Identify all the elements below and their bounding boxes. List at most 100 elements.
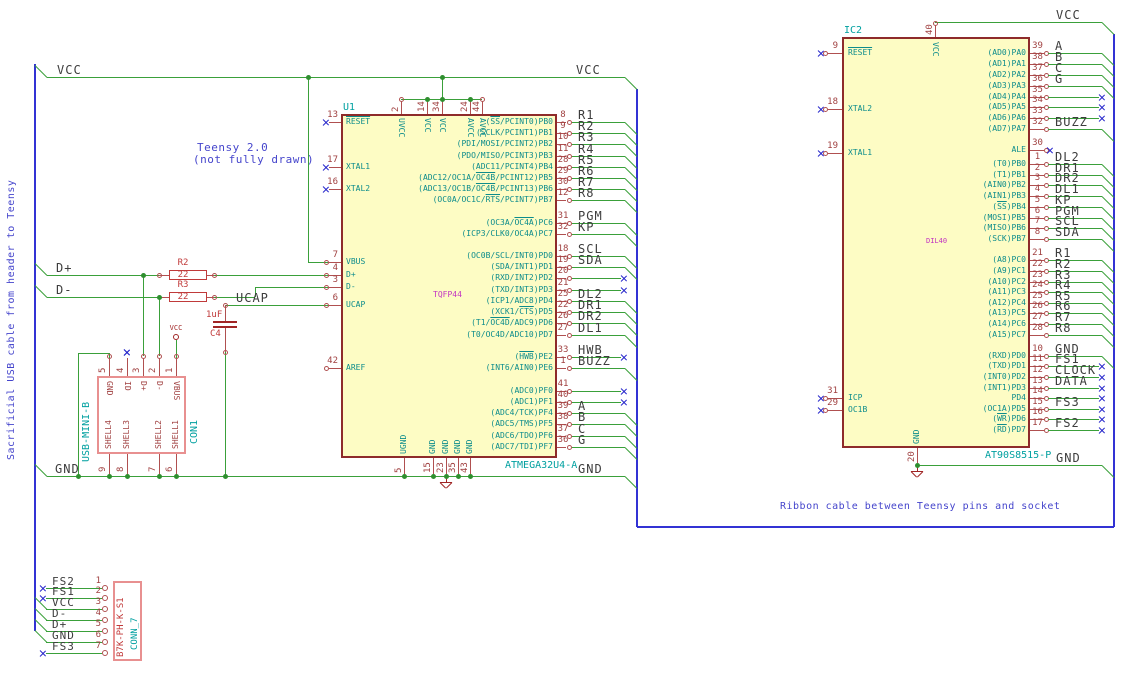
pin-name: (OC3A/OC4A)PC6	[485, 218, 553, 227]
net-label-vcc: VCC	[57, 63, 82, 77]
pin-name: RESET	[848, 48, 873, 57]
pin-name: VCC	[438, 118, 447, 133]
bus-entry	[624, 76, 638, 90]
pin-number: 24	[460, 101, 470, 112]
pin-name: SHELL4	[104, 420, 113, 449]
pin-end-circle	[222, 349, 228, 355]
junction-dot	[156, 473, 162, 479]
pin-number: 5	[95, 619, 101, 629]
pin-number: 2	[148, 367, 158, 373]
pin-name: (MISO)PB6	[982, 223, 1026, 232]
ground-icon	[445, 481, 453, 489]
pin-name: (OC1A)PD5	[982, 404, 1026, 413]
pin-name: ICP	[848, 393, 863, 402]
pin-number: 41	[557, 379, 569, 389]
pin-number: 9	[98, 466, 108, 472]
c4-value: 1uF	[206, 310, 223, 320]
pin-number: 39	[557, 401, 569, 411]
pin-number: 20	[907, 451, 917, 462]
note-sacrificial-usb-cable: Sacrificial USB cable from header to Tee…	[6, 179, 17, 460]
pin-number: 1	[560, 356, 566, 366]
pin-name: (A11)PC3	[987, 287, 1026, 296]
pin-number: 12	[1032, 365, 1043, 375]
net-label-r8: R8	[578, 186, 595, 200]
pin-number: 25	[557, 289, 569, 299]
pin-number: 7	[95, 641, 101, 651]
pin-number: 1	[95, 576, 101, 586]
pin	[108, 358, 110, 376]
wire	[441, 77, 443, 99]
bus-entry	[34, 463, 48, 477]
pin-end-circle	[566, 231, 572, 237]
note-teensy-title: Teensy 2.0	[197, 141, 269, 154]
pin-name: XTAL1	[848, 148, 873, 157]
pin-name: D-	[346, 282, 356, 291]
pin-name: D+	[139, 381, 148, 391]
wire	[572, 367, 625, 369]
pin-name: OC1B	[848, 405, 868, 414]
pin-number: 37	[1032, 63, 1043, 73]
pin-number: 8	[1034, 227, 1041, 237]
pin-number: 7	[1034, 216, 1041, 226]
pin-number: 23	[1032, 270, 1043, 280]
bus-entry	[34, 64, 48, 78]
junction-dot	[140, 272, 146, 278]
pin-name: (ADC4/TCK)PF4	[490, 408, 553, 417]
pin-end-circle	[323, 284, 329, 290]
ic2-refdes: IC2	[844, 25, 863, 36]
pin-name: (ICP3/CLK0/OC4A)PC7	[461, 229, 553, 238]
wire	[1048, 106, 1099, 108]
wire	[1048, 408, 1099, 410]
pin-number: 21	[557, 278, 569, 288]
pin	[1030, 149, 1044, 151]
pin-number: 14	[417, 101, 427, 112]
pin-name: GND	[465, 439, 474, 454]
con1-refdes: CON1	[189, 419, 200, 444]
pin-name: ALE	[1011, 145, 1026, 154]
pin-end-circle	[140, 353, 146, 359]
pin-number: 6	[332, 293, 338, 303]
wire	[1048, 85, 1102, 87]
pin	[828, 409, 842, 411]
pin-number: 4	[332, 263, 338, 273]
junction-dot	[106, 473, 112, 479]
r3-refdes: R3	[177, 280, 189, 290]
pin-name: XTAL1	[346, 162, 371, 171]
pin-name: GND	[453, 439, 462, 454]
wire	[1048, 128, 1102, 130]
pin-name: (AD1)PA1	[987, 59, 1026, 68]
pin-end-circle	[102, 650, 108, 656]
bus-line	[1113, 34, 1115, 527]
bus-line	[34, 64, 36, 631]
pin-number: 34	[1032, 95, 1043, 105]
pin-number: 14	[1032, 386, 1043, 396]
pin-end-circle	[106, 353, 112, 359]
conn7-refdes: CONN_7	[130, 617, 140, 650]
pin-number: 40	[557, 390, 569, 400]
pin-name: (T0)PB0	[992, 159, 1026, 168]
pin-number: 2	[1034, 163, 1041, 173]
pin-number: 22	[1032, 259, 1043, 269]
pin-name: (ICP1/ADC8)PD4	[485, 296, 553, 305]
wire	[214, 274, 329, 276]
conn7-part-name: B7K-PH-K-S1	[116, 597, 126, 657]
pin-end-circle	[102, 628, 108, 634]
pin-number: 3	[132, 367, 142, 373]
net-label-vcc: VCC	[1056, 8, 1081, 22]
pin-number: 7	[148, 466, 158, 472]
pin-number: 26	[1032, 301, 1043, 311]
net-label-dl1: DL1	[578, 321, 603, 335]
pin-name: GND	[441, 439, 450, 454]
wire	[77, 353, 79, 476]
pin-number: 33	[557, 345, 569, 355]
net-label-vcc: VCC	[576, 63, 601, 77]
pin-name: (TXD/INT3)PD3	[490, 285, 553, 294]
r2-refdes: R2	[177, 258, 189, 268]
pin-number: 32	[557, 222, 569, 232]
pin-number: 42	[327, 356, 338, 366]
pin-name: GND	[912, 429, 921, 444]
pin-number: 36	[557, 435, 569, 445]
pin-name: (ADC13/OC1B/OC4B/PCINT13)PB6	[418, 184, 553, 193]
pin	[175, 358, 177, 376]
junction-dot	[156, 294, 162, 300]
